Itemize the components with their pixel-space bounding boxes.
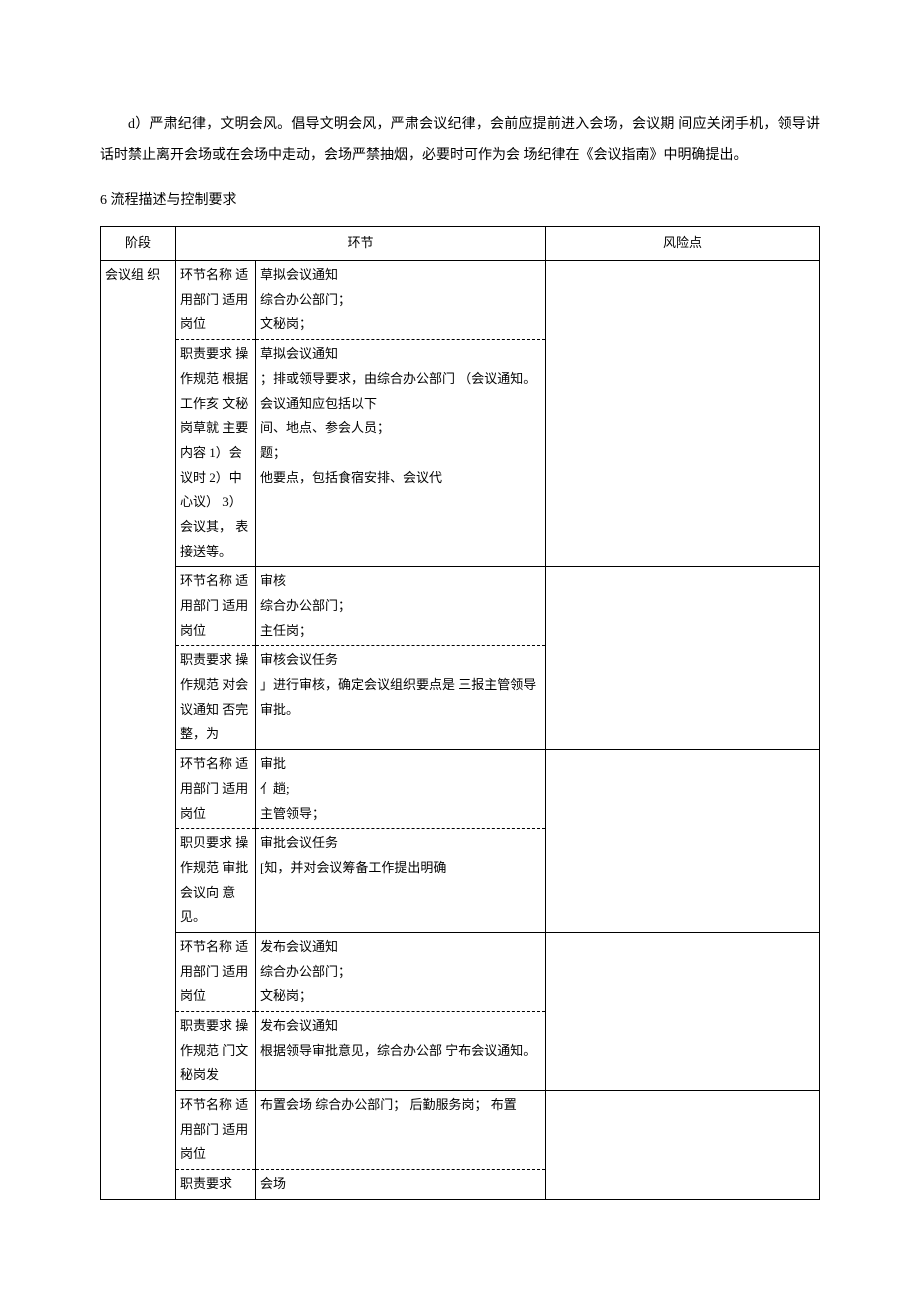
cell-line: 审批 (260, 752, 541, 777)
cell-left: 职责要求 操作规范 门文秘岗发 (176, 1012, 256, 1091)
cell-left: 环节名称 适用部门 适用岗位 (176, 567, 256, 646)
cell-left: 职责要求 操作规范 根据工作亥 文秘岗草就 主要内容 1）会议时 2）中心议） … (176, 340, 256, 567)
cell-mid: 审核会议任务 」进行审核，确定会议组织要点是 三报主管领导审批。 (256, 646, 546, 750)
cell-mid: 会场 (256, 1170, 546, 1200)
cell-left: 环节名称 适用部门 适用岗位 (176, 932, 256, 1011)
cell-mid: 草拟会议通知 ；排或领导要求，由综合办公部门 （会议通知。会议通知应包括以下 间… (256, 340, 546, 567)
cell-mid: 发布会议通知 综合办公部门； 文秘岗； (256, 932, 546, 1011)
hdr-risk: 风险点 (546, 227, 820, 261)
cell-left: 环节名称 适用部门 适用岗位 (176, 261, 256, 340)
section-6-heading: 6 流程描述与控制要求 (100, 186, 820, 217)
cell-left: 职贝要求 操作规范 审批会议向 意见。 (176, 829, 256, 933)
cell-left: 环节名称 适用部门 适用岗位 (176, 750, 256, 829)
para-d-text: d）严肃纪律，文明会风。倡导文明会风，严肃会议纪律，会前应提前进入会场，会议期 … (100, 110, 820, 172)
cell-risk (546, 567, 820, 750)
cell-line: 会场 (260, 1172, 541, 1197)
process-table: 阶段 环节 风险点 会议组 织 环节名称 适用部门 适用岗位 草拟会议通知 综合… (100, 226, 820, 1199)
cell-line: 综合办公部门； (260, 288, 541, 313)
cell-line: 草拟会议通知 (260, 342, 541, 367)
cell-mid: 布置会场 综合办公部门； 后勤服务岗； 布置 (256, 1091, 546, 1170)
cell-line: ；排或领导要求，由综合办公部门 （会议通知。会议通知应包括以下 (260, 367, 541, 416)
cell-line: 」进行审核，确定会议组织要点是 三报主管领导审批。 (260, 673, 541, 722)
cell-line: 主任岗； (260, 619, 541, 644)
cell-line: 亻趟; (260, 777, 541, 802)
cell-line: 文秘岗； (260, 984, 541, 1009)
cell-risk (546, 1091, 820, 1200)
cell-left: 职责要求 操作规范 对会议通知 否完整，为 (176, 646, 256, 750)
cell-left: 环节名称 适用部门 适用岗位 (176, 1091, 256, 1170)
cell-line: 审批会议任务 (260, 831, 541, 856)
cell-line: 发布会议通知 (260, 1014, 541, 1039)
hdr-stage: 阶段 (101, 227, 176, 261)
cell-line: 审核 (260, 569, 541, 594)
cell-mid: 草拟会议通知 综合办公部门； 文秘岗； (256, 261, 546, 340)
table-row: 环节名称 适用部门 适用岗位 审批 亻趟; 主管领导； (101, 750, 820, 829)
cell-mid: 审批会议任务 [知，并对会议筹备工作提出明确 (256, 829, 546, 933)
cell-line: [知，并对会议筹备工作提出明确 (260, 856, 541, 881)
cell-mid: 审批 亻趟; 主管领导； (256, 750, 546, 829)
cell-risk (546, 932, 820, 1090)
cell-line: 题； (260, 441, 541, 466)
cell-risk (546, 750, 820, 933)
cell-mid: 审核 综合办公部门； 主任岗； (256, 567, 546, 646)
cell-line: 主管领导； (260, 802, 541, 827)
cell-line: 文秘岗； (260, 312, 541, 337)
hdr-link: 环节 (176, 227, 546, 261)
table-row: 环节名称 适用部门 适用岗位 布置会场 综合办公部门； 后勤服务岗； 布置 (101, 1091, 820, 1170)
cell-line: 综合办公部门； (260, 960, 541, 985)
table-row: 会议组 织 环节名称 适用部门 适用岗位 草拟会议通知 综合办公部门； 文秘岗； (101, 261, 820, 340)
cell-line: 草拟会议通知 (260, 263, 541, 288)
table-row: 环节名称 适用部门 适用岗位 审核 综合办公部门； 主任岗； (101, 567, 820, 646)
cell-line: 根据领导审批意见，综合办公部 宁布会议通知。 (260, 1039, 541, 1064)
cell-line: 间、地点、参会人员； (260, 416, 541, 441)
paragraph-d: d）严肃纪律，文明会风。倡导文明会风，严肃会议纪律，会前应提前进入会场，会议期 … (100, 110, 820, 172)
table-row: 环节名称 适用部门 适用岗位 发布会议通知 综合办公部门； 文秘岗； (101, 932, 820, 1011)
stage-cell: 会议组 织 (101, 261, 176, 1200)
cell-left: 职责要求 (176, 1170, 256, 1200)
cell-line: 布置会场 综合办公部门； 后勤服务岗； 布置 (260, 1093, 541, 1118)
cell-line: 审核会议任务 (260, 648, 541, 673)
cell-mid: 发布会议通知 根据领导审批意见，综合办公部 宁布会议通知。 (256, 1012, 546, 1091)
cell-line: 发布会议通知 (260, 935, 541, 960)
cell-risk (546, 261, 820, 567)
cell-line: 他要点，包括食宿安排、会议代 (260, 466, 541, 491)
table-header-row: 阶段 环节 风险点 (101, 227, 820, 261)
cell-line: 综合办公部门； (260, 594, 541, 619)
